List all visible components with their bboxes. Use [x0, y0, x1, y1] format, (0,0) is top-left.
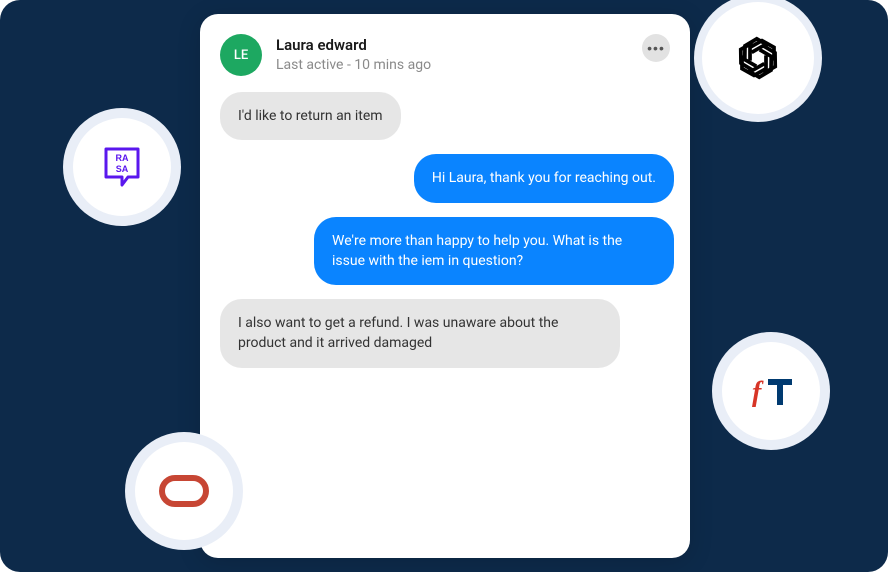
integration-bubble-rasa: RA SA [63, 108, 181, 226]
svg-text:SA: SA [116, 164, 129, 174]
integration-bubble-inner [702, 2, 814, 114]
message-outgoing: We're more than happy to help you. What … [314, 217, 674, 286]
svg-text:RA: RA [116, 153, 129, 163]
integration-bubble-inner [135, 442, 233, 540]
avatar[interactable]: LE [220, 34, 262, 76]
message-incoming: I'd like to return an item [220, 92, 401, 140]
integration-bubble-oracle [125, 432, 243, 550]
messages: I'd like to return an item Hi Laura, tha… [220, 92, 670, 368]
integration-bubble-inner: RA SA [73, 118, 171, 216]
chat-card: LE Laura edward Last active - 10 mins ag… [200, 14, 690, 558]
last-active: Last active - 10 mins ago [276, 57, 628, 73]
more-button[interactable]: ••• [642, 34, 670, 62]
openai-icon [726, 26, 790, 90]
message-incoming: I also want to get a refund. I was unawa… [220, 299, 620, 368]
integration-bubble-inner: f [722, 342, 820, 440]
header-text: Laura edward Last active - 10 mins ago [276, 34, 628, 73]
avatar-initials: LE [234, 48, 248, 63]
oracle-icon [158, 474, 210, 508]
ft-icon: f [746, 373, 796, 409]
user-name: Laura edward [276, 36, 628, 54]
rasa-icon: RA SA [100, 145, 144, 189]
integration-bubble-ft: f [712, 332, 830, 450]
message-outgoing: Hi Laura, thank you for reaching out. [414, 154, 674, 202]
more-icon: ••• [647, 41, 665, 55]
canvas: LE Laura edward Last active - 10 mins ag… [0, 0, 888, 572]
integration-bubble-openai [694, 0, 822, 122]
chat-header: LE Laura edward Last active - 10 mins ag… [220, 34, 670, 76]
svg-text:f: f [752, 377, 764, 408]
